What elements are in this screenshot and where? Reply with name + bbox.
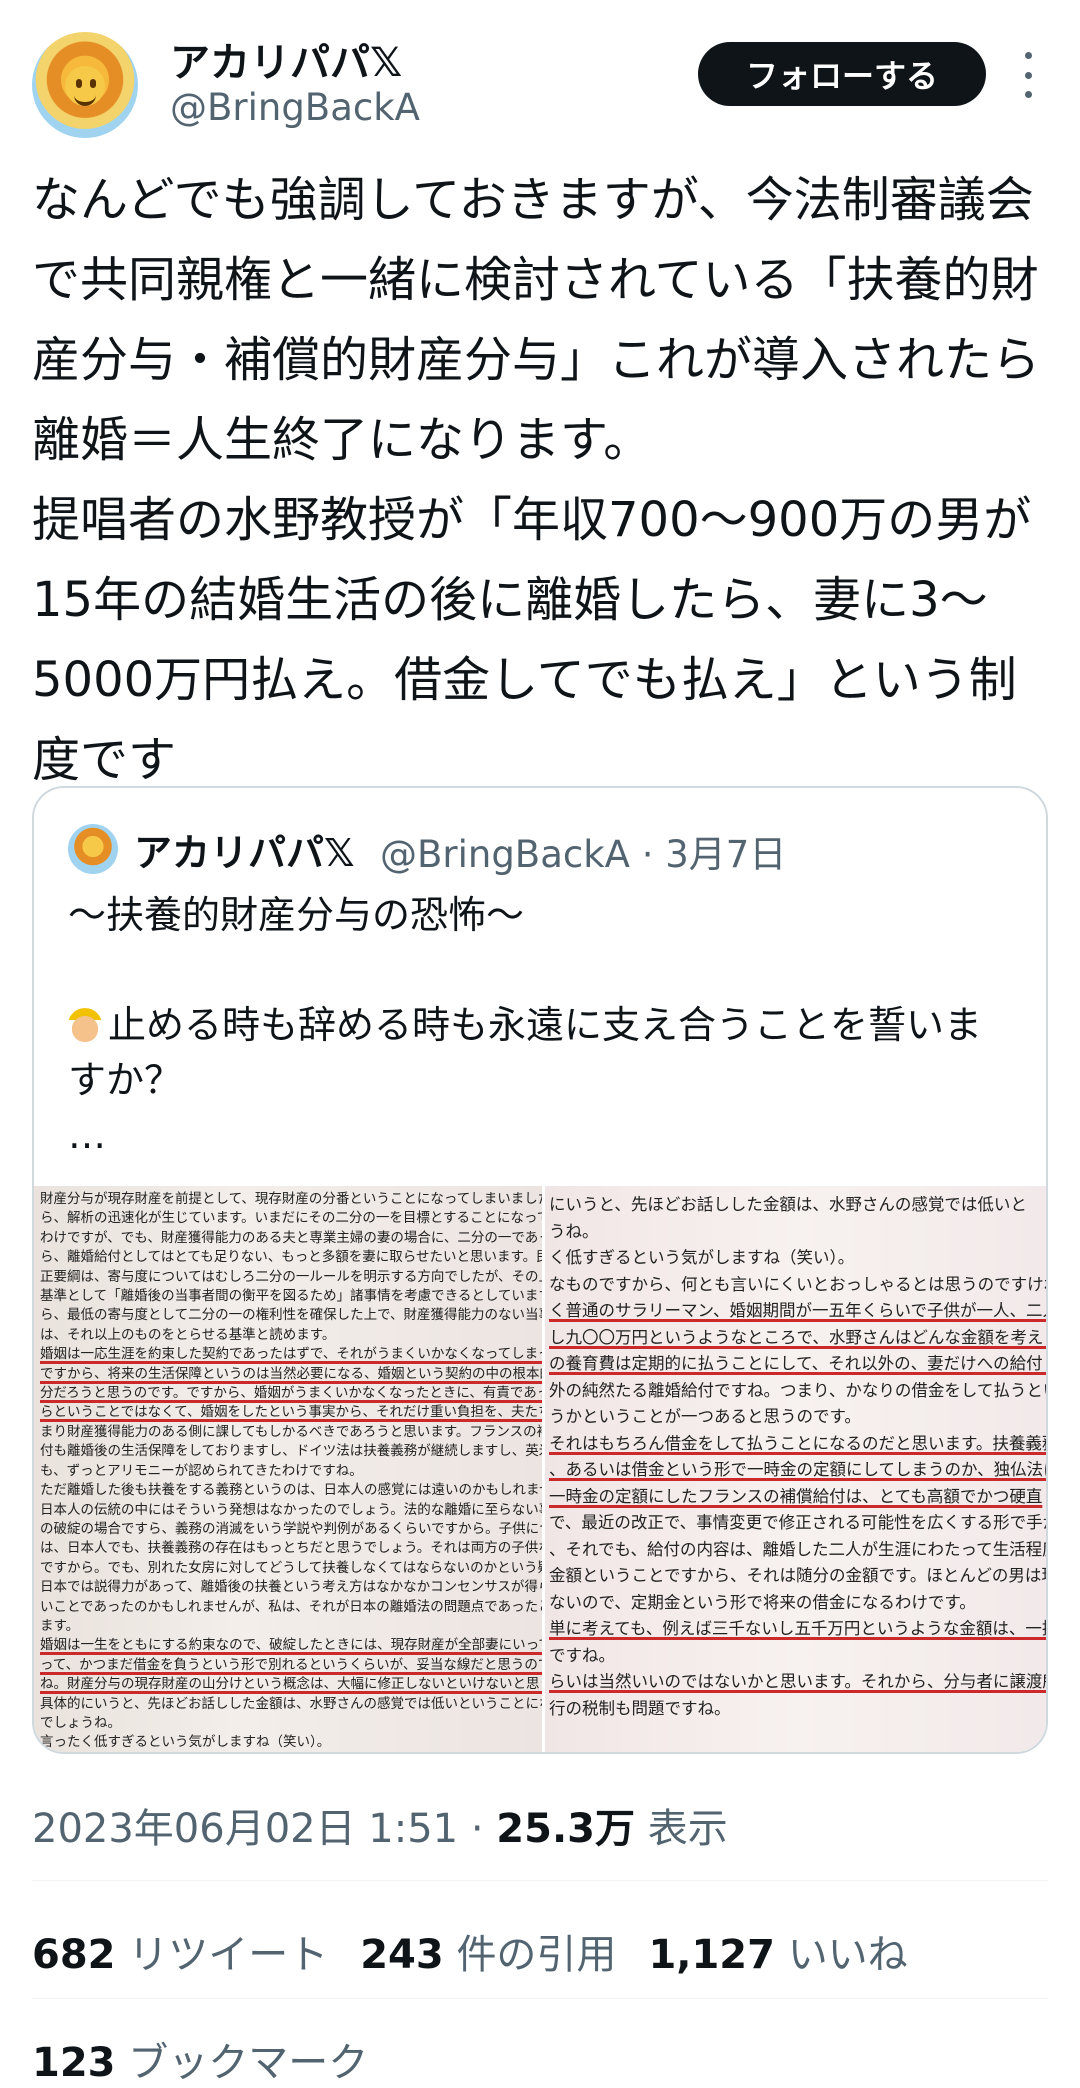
more-options-icon[interactable] — [1018, 52, 1038, 98]
author-display-name[interactable]: アカリパパ𝕏 — [170, 30, 402, 88]
document-line: く低すぎるという気がしますね（笑い）。 — [549, 1248, 855, 1267]
follow-button[interactable]: フォローする — [698, 42, 986, 106]
author-avatar[interactable] — [32, 32, 138, 138]
document-line: 外の純然たる離婚給付ですね。つまり、かなりの借金をして払うとい — [549, 1380, 1046, 1400]
document-line: の養育費は定期的に払うことにして、それ以外の、妻だけへの給付と — [549, 1354, 1046, 1373]
quoted-tweet-meta: @BringBackA · 3月7日 — [380, 833, 787, 876]
document-line: 正要綱は、寄与度についてはむしろ二分の一ルールを明示する方向でしたが、その上 — [40, 1268, 542, 1285]
divider — [32, 1998, 1048, 1999]
document-line: 単に考えても、例えば三千ないし五千万円というような金額は、一括 — [549, 1619, 1046, 1638]
document-line: 言ったく低すぎるという気がしますね（笑い）。 — [40, 1734, 331, 1751]
document-line: 一時金の定額にしたフランスの補償給付は、とても高額でかつ硬直 — [549, 1486, 1043, 1506]
author-handle[interactable]: @BringBackA — [170, 86, 420, 129]
document-line: ます。 — [40, 1617, 80, 1634]
engagement-stats: 682 リツイート 243 件の引用 1,127 いいね — [32, 1922, 908, 1980]
document-line: ですから。でも、別れた女房に対してどうして扶養しなくてはならないのかという疑問 — [40, 1559, 542, 1576]
document-line: らということではなくて、婚姻をしたという事実から、それだけ重い負担を、夫たち — [40, 1404, 542, 1421]
retweets-stat[interactable]: 682 リツイート — [32, 1932, 328, 1978]
quoted-line-2: 止める時も辞める時も永遠に支え合うことを誓いますか？ — [68, 1003, 983, 1102]
avatar-eye-left — [76, 79, 82, 88]
document-line: 婚姻は一応生涯を約束した契約であったはずで、それがうまくいかなくなってしまった — [40, 1346, 542, 1363]
views-count: 25.3万 — [496, 1806, 635, 1852]
document-line: うね。 — [549, 1221, 599, 1241]
document-line: は、日本人でも、扶養義務の存在はもっとちだと思うでしょう。それは両方の子供なわ — [40, 1540, 542, 1557]
document-line: ただ離婚した後も扶養をする義務というのは、日本人の感覚には遠いのかもしれませ — [40, 1482, 542, 1499]
views-label: 表示 — [647, 1806, 728, 1852]
document-line: ですね。 — [549, 1645, 615, 1665]
document-line: わけですが、でも、財産獲得能力のある夫と専業主婦の妻の場合に、二分の一であっ — [40, 1229, 542, 1246]
prince-emoji-icon — [68, 1008, 102, 1042]
bookmarks-stat[interactable]: 123 ブックマーク — [32, 2030, 368, 2088]
document-line: ね。財産分与の現存財産の山分けという概念は、大幅に修正しないといけないと思う。 — [40, 1676, 542, 1693]
document-line: って、かつまだ借金を負うという形で別れるというくらいが、妥当な線だと思うので — [40, 1656, 542, 1673]
document-line: 日本では説得力があって、離婚後の扶養という考え方はなかなかコンセンサスが得られ — [40, 1579, 542, 1596]
document-line: 金額ということですから、それは随分の金額です。ほとんどの男は現 — [549, 1566, 1046, 1585]
document-line: 分だろうと思うのです。ですから、婚姻がうまくいかなくなったときに、有責であった — [40, 1385, 542, 1402]
document-line: ですから、将来の生活保障というのは当然必要になる、婚姻という契約の中の根本的な — [40, 1365, 542, 1382]
quoted-media[interactable]: 財産分与が現存財産を前提として、現存財産の分番ということになってしまいましたから… — [34, 1186, 1046, 1752]
tweet-meta-row: 2023年06月02日 1:51 · 25.3万 表示 — [32, 1806, 728, 1852]
divider — [32, 1880, 1048, 1881]
document-line: まり財産獲得能力のある側に課してもしかるべきであろうと思います。フランスの補償 — [40, 1423, 542, 1440]
document-line: し九〇〇万円というようなところで、水野さんはどんな金額を考えら — [549, 1327, 1046, 1347]
document-line: らいは当然いいのではないかと思います。それから、分与者に譲渡所 — [549, 1672, 1046, 1691]
quoted-tweet-card[interactable]: アカリパパ𝕏 @BringBackA · 3月7日 〜扶養的財産分与の恐怖〜止め… — [32, 786, 1048, 1754]
document-image-left[interactable]: 財産分与が現存財産を前提として、現存財産の分番ということになってしまいましたから… — [34, 1186, 542, 1752]
document-line: にいうと、先ほどお話しした金額は、水野さんの感覚では低いと — [549, 1195, 1027, 1214]
document-line: なものですから、何とも言いにくいとおっしゃるとは思うのですけれ — [549, 1274, 1046, 1294]
quoted-author-name: アカリパパ𝕏 — [134, 831, 355, 875]
document-line: 基準として「離婚後の当事者間の衡平を図るため」諸事情を考慮できるとしていますが — [40, 1288, 542, 1305]
document-line: は、それ以上のものをとらせる基準と読めます。 — [40, 1326, 336, 1343]
document-line: 婚姻は一生をともにする約束なので、破綻したときには、現存財産が全部妻にいってし — [40, 1637, 542, 1654]
document-line: で、最近の改正で、事情変更で修正される可能性を広くする形で手が — [549, 1513, 1046, 1532]
likes-stat[interactable]: 1,127 いいね — [648, 1932, 907, 1978]
document-line: 具体的にいうと、先ほどお話しした金額は、水野さんの感覚では低いということになる — [40, 1695, 542, 1712]
document-line: ら、解析の迅速化が生じています。いまだにその二分の一を目標とすることになってい — [40, 1210, 542, 1227]
document-line: いことであったのかもしれませんが、私は、それが日本の離婚法の問題点であったと思 — [40, 1598, 542, 1615]
document-image-right[interactable]: にいうと、先ほどお話しした金額は、水野さんの感覚では低いと うね。く低すぎるという… — [545, 1186, 1046, 1752]
tweet-text: なんどでも強調しておきますが、今法制審議会で共同親権と一緒に検討されている「扶養… — [32, 172, 1041, 788]
document-line: 財産分与が現存財産を前提として、現存財産の分番ということになってしまいましたか — [40, 1191, 542, 1207]
quoted-author-avatar — [68, 824, 118, 874]
document-line: ら、最低の寄与度として二分の一の権利性を確保した上で、財産獲得能力のない当事者 — [40, 1307, 542, 1324]
document-line: ら、離婚給付としてはとても足りない、もっと多額を妻に取らせたいと思います。民法 — [40, 1249, 542, 1266]
document-line: 日本人の伝統の中にはそういう発想はなかったのでしょう。法的な離婚に至らない事実 — [40, 1501, 542, 1518]
document-line: 行の税制も問題ですね。 — [549, 1698, 731, 1718]
quoted-tweet-text: 〜扶養的財産分与の恐怖〜止める時も辞める時も永遠に支え合うことを誓いますか？ … — [68, 888, 1018, 1163]
document-line: も、ずっとアリモニーが認められてきたわけですね。 — [40, 1462, 363, 1479]
quoted-title: 〜扶養的財産分与の恐怖〜 — [68, 893, 525, 937]
document-line: うかということが一つあると思うのです。 — [549, 1407, 861, 1426]
document-line: ないので、定期金という形で将来の借金になるわけです。 — [549, 1592, 976, 1612]
quotes-stat[interactable]: 243 件の引用 — [360, 1932, 616, 1978]
document-line: それはもちろん借金をして払うことになるのだと思います。扶養義務 — [549, 1433, 1046, 1453]
document-line: でしょうね。 — [40, 1714, 121, 1731]
document-line: 付も離婚後の生活保障をしておりますし、ドイツ法は扶養義務が継続しますし、英米法 — [40, 1443, 542, 1460]
document-line: 、あるいは借金という形で一時金の定額にしてしまうのか、独仏法に — [549, 1460, 1046, 1479]
tweet-timestamp[interactable]: 2023年06月02日 1:51 — [32, 1806, 458, 1852]
avatar-eye-right — [90, 79, 96, 88]
document-line: 、それでも、給付の内容は、離婚した二人が生涯にわたって生活程度 — [549, 1539, 1046, 1559]
document-line: の破綻の場合ですら、義務の消滅をいう学説や判例があるくらいですから。子供につい — [40, 1520, 542, 1537]
quoted-ellipsis: … — [68, 1113, 106, 1157]
document-line: く普通のサラリーマン、婚姻期間が一五年くらいで子供が一人、二人 — [549, 1301, 1046, 1320]
